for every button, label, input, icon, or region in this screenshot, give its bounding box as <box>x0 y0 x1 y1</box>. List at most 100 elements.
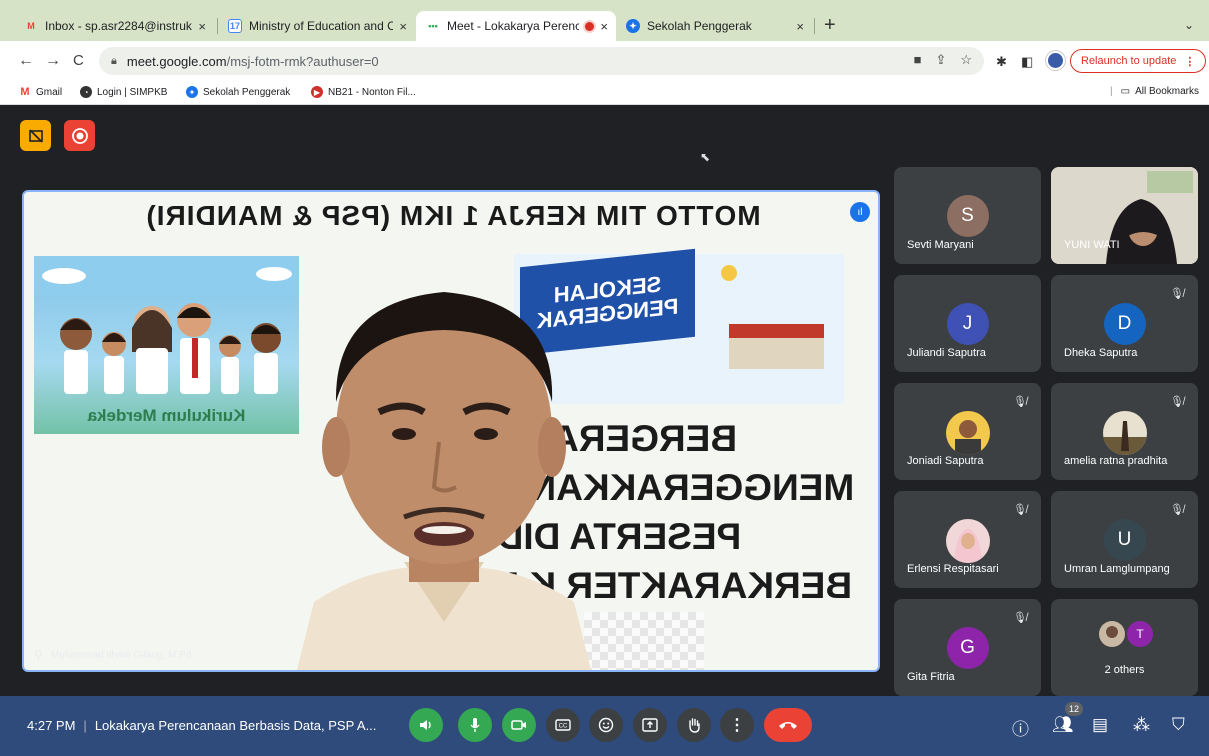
emoji-icon <box>598 717 614 733</box>
meeting-title: Lokakarya Perencanaan Berbasis Data, PSP… <box>94 718 377 733</box>
tab-meet[interactable]: ••• Meet - Lokakarya Perencanaan × <box>416 11 616 41</box>
kurikulum-merdeka-banner: Kurikulum Merdeka <box>34 256 299 434</box>
participant-tile[interactable]: 🎙︎̸ D Dheka Saputra <box>1051 275 1198 372</box>
background-pattern <box>584 612 704 670</box>
avatar: G <box>946 627 989 669</box>
avatar: S <box>946 195 989 237</box>
meeting-details-icon[interactable]: ⓘ <box>1012 715 1029 740</box>
bookmark-nb21[interactable]: ▶ NB21 - Nonton Fil... <box>311 86 416 98</box>
avatar: T <box>1127 621 1153 647</box>
participant-tile[interactable]: 🎙︎̸ G Gita Fitria <box>894 599 1041 696</box>
activities-icon[interactable]: ⁂ <box>1133 715 1150 735</box>
tab-search-chevron-icon[interactable]: ⌄ <box>1184 18 1194 32</box>
participant-tile[interactable]: 🎙︎̸ Joniadi Saputra <box>894 383 1041 480</box>
more-options-button[interactable]: ⋮ <box>720 708 754 742</box>
calendar-icon: 17 <box>228 19 242 33</box>
avatar: J <box>946 303 989 345</box>
tab-title: Sekolah Penggerak <box>647 19 752 33</box>
bookmark-label: Sekolah Penggerak <box>203 86 291 98</box>
people-icon[interactable]: 👥︎ <box>1052 715 1074 735</box>
all-bookmarks-button[interactable]: | ▭ All Bookmarks <box>1110 86 1199 97</box>
presentation-stage[interactable]: MOTTO TIM KERJA 1 IKM (PSP & MANDIRI) ıl… <box>22 190 880 672</box>
raise-hand-button[interactable] <box>677 708 711 742</box>
back-icon[interactable]: ← <box>18 52 34 70</box>
video-camera-icon <box>511 720 526 730</box>
mouse-cursor-icon: ⬉ <box>700 150 711 164</box>
present-button[interactable] <box>633 708 667 742</box>
camera-button[interactable] <box>502 708 536 742</box>
no-video-icon <box>28 128 43 143</box>
camera-icon[interactable]: ■ <box>914 52 922 68</box>
closed-captions-icon: CC <box>555 719 571 731</box>
captions-button[interactable]: CC <box>546 708 580 742</box>
speaking-indicator-icon: ıl <box>850 202 870 222</box>
record-icon <box>71 127 88 144</box>
address-bar[interactable]: 🔒︎ meet.google.com/msj-fotm-rmk?authuser… <box>99 47 984 75</box>
bookmark-label: Gmail <box>36 86 63 98</box>
meeting-info: 4:27 PM | Lokakarya Perencanaan Berbasis D… <box>27 718 377 733</box>
lock-icon: 🔒︎ <box>111 54 117 67</box>
others-tile[interactable]: T 2 others <box>1051 599 1198 696</box>
avatar <box>1102 411 1147 455</box>
all-bookmarks-label: All Bookmarks <box>1135 86 1199 97</box>
profile-avatar[interactable] <box>1046 51 1065 70</box>
bookmark-simpkb[interactable]: ◔ Login | SIMPKB <box>80 86 167 98</box>
microphone-button[interactable] <box>458 708 492 742</box>
mic-off-icon: 🎙︎̸ <box>1013 396 1027 408</box>
slide-title: MOTTO TIM KERJA 1 IKM (PSP & MANDIRI) <box>145 200 761 231</box>
close-tab-icon[interactable]: × <box>198 19 206 34</box>
url-domain: meet.google.com <box>126 53 227 69</box>
avatar <box>945 519 990 563</box>
participant-tile[interactable]: J Juliandi Saputra <box>894 275 1041 372</box>
close-tab-icon[interactable]: × <box>600 19 608 34</box>
recording-button[interactable] <box>64 120 95 151</box>
leave-call-button[interactable] <box>764 708 812 742</box>
presenter-name: Muhammad Ilham Gilang, M.Pd <box>50 649 192 661</box>
new-tab-button[interactable]: + <box>824 14 836 37</box>
host-controls-lock-icon[interactable]: ⛉ <box>1172 715 1185 735</box>
bookmark-star-icon[interactable]: ☆ <box>960 52 972 68</box>
tab-gmail[interactable]: M Inbox - sp.asr2284@instruktur.belajar.… <box>14 11 214 41</box>
participant-tile[interactable]: 🎙︎̸ Erlensi Respitasari <box>894 491 1041 588</box>
relaunch-button[interactable]: Relaunch to update ⋮ <box>1070 49 1207 73</box>
bookmarks-bar: M Gmail ◔ Login | SIMPKB ✦ Sekolah Pengg… <box>0 81 1209 105</box>
participant-name: Umran Lamglumpang <box>1064 563 1170 575</box>
tab-ministry[interactable]: 17 Ministry of Education and Culture × <box>218 11 415 41</box>
meet-area: ⬉ MOTTO TIM KERJA 1 IKM (PSP & MANDIRI) … <box>0 106 1209 756</box>
present-screen-icon <box>642 718 658 732</box>
host-controls-button[interactable] <box>20 120 51 151</box>
participant-tile[interactable]: 🎙︎̸ U Umran Lamglumpang <box>1051 491 1198 588</box>
gmail-icon: M <box>27 21 35 31</box>
participant-name: Joniadi Saputra <box>907 455 984 467</box>
pin-icon[interactable]: ⚲ <box>34 648 43 662</box>
bookmark-label: Login | SIMPKB <box>97 86 168 98</box>
participant-name: Dheka Saputra <box>1064 347 1138 359</box>
close-tab-icon[interactable]: × <box>399 19 407 34</box>
share-icon[interactable]: ⇪ <box>935 52 946 68</box>
bookmark-gmail[interactable]: M Gmail <box>19 86 62 98</box>
avatar: D <box>1103 303 1146 345</box>
bookmark-sekolah-penggerak[interactable]: ✦ Sekolah Penggerak <box>186 86 290 98</box>
mic-off-icon: 🎙︎̸ <box>1013 504 1027 516</box>
globe-icon: ✦ <box>186 86 198 98</box>
more-vert-icon: ⋮ <box>729 717 745 734</box>
meet-control-bar: 4:27 PM | Lokakarya Perencanaan Berbasis D… <box>0 696 1209 756</box>
extensions-icon[interactable]: ✱ <box>996 54 1007 70</box>
speaker-button[interactable] <box>409 708 443 742</box>
close-tab-icon[interactable]: × <box>796 19 804 34</box>
bookmark-label: NB21 - Nonton Fil... <box>328 86 416 98</box>
participant-tile[interactable]: YUNI WATI <box>1051 167 1198 264</box>
participant-tile[interactable]: S Sevti Maryani <box>894 167 1041 264</box>
avatar <box>945 411 990 455</box>
participant-tile[interactable]: 🎙︎̸ amelia ratna pradhita <box>1051 383 1198 480</box>
forward-icon[interactable]: → <box>45 52 61 70</box>
tab-title: Meet - Lokakarya Perencanaan <box>447 19 580 33</box>
chat-icon[interactable]: ▤ <box>1092 715 1108 735</box>
reactions-button[interactable] <box>589 708 623 742</box>
kurikulum-merdeka-text: Kurikulum Merdeka <box>87 406 246 425</box>
browser-tab-strip: M Inbox - sp.asr2284@instruktur.belajar.… <box>0 0 1209 41</box>
side-panel-icon[interactable]: ◧ <box>1021 54 1033 70</box>
reload-icon[interactable]: C <box>73 52 84 69</box>
recording-indicator-icon <box>585 21 595 31</box>
tab-sekolah-penggerak[interactable]: ✦ Sekolah Penggerak × <box>616 11 812 41</box>
